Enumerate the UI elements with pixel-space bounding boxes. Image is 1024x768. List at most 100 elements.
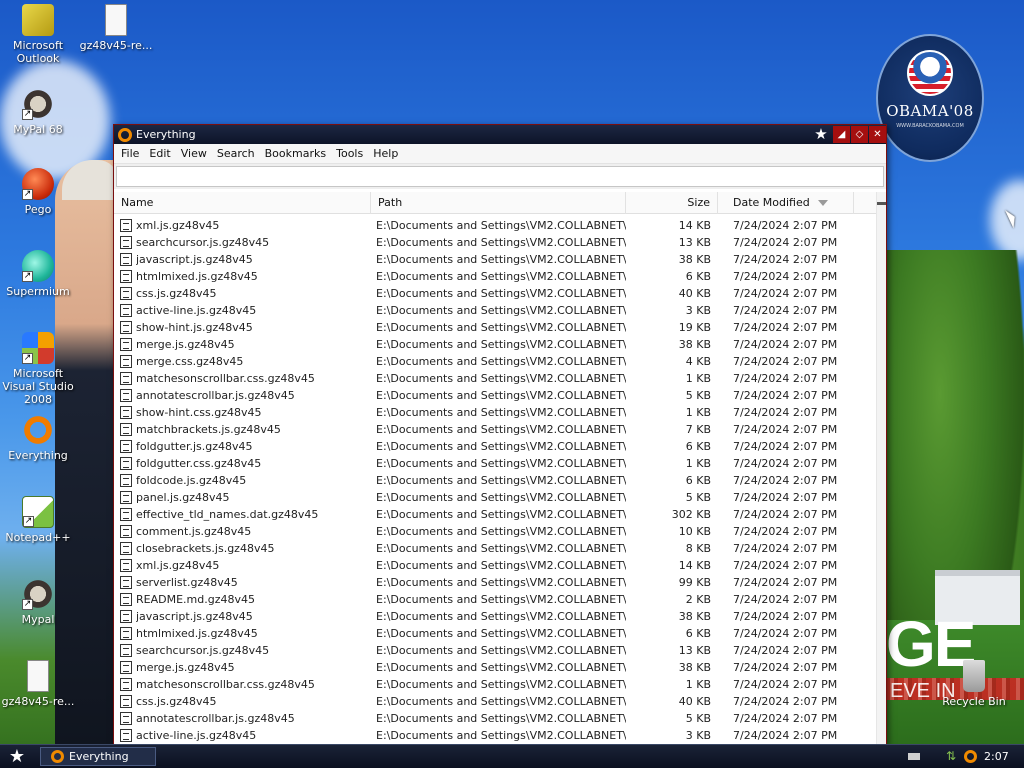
taskbar-button-everything[interactable]: Everything [40, 747, 156, 766]
date-modified-cell: 7/24/2024 2:07 PM [733, 627, 838, 640]
table-row[interactable]: htmlmixed.js.gz48v45 E:\Documents and Set… [114, 625, 876, 642]
vertical-scrollbar[interactable] [876, 192, 886, 744]
table-row[interactable]: show-hint.js.gz48v45 E:\Documents and Set… [114, 319, 876, 336]
table-row[interactable]: annotatescrollbar.js.gz48v45 E:\Documents… [114, 387, 876, 404]
table-row[interactable]: closebrackets.js.gz48v45 E:\Documents and… [114, 540, 876, 557]
file-size-cell: 8 KB [685, 542, 711, 555]
table-row[interactable]: htmlmixed.js.gz48v45 E:\Documents and Set… [114, 268, 876, 285]
desktop-icon-supermium[interactable]: ↗ Supermium [0, 250, 78, 298]
file-size-cell: 14 KB [678, 219, 711, 232]
file-icon [120, 559, 132, 572]
table-row[interactable]: annotatescrollbar.js.gz48v45 E:\Documents… [114, 710, 876, 727]
pego-icon: ↗ [22, 168, 54, 200]
desktop-icon-document-2[interactable]: gz48v45-re... [0, 660, 78, 708]
desktop-icon-everything[interactable]: Everything [0, 414, 78, 462]
table-row[interactable]: css.js.gz48v45 E:\Documents and Settings\… [114, 693, 876, 710]
table-row[interactable]: foldcode.js.gz48v45 E:\Documents and Sett… [114, 472, 876, 489]
column-header-date-modified[interactable]: Date Modified [718, 192, 854, 214]
desktop-icon-label: Recycle Bin [942, 695, 1006, 708]
table-row[interactable]: foldgutter.js.gz48v45 E:\Documents and Se… [114, 438, 876, 455]
menu-view[interactable]: View [176, 147, 212, 160]
window-titlebar[interactable]: Everything ★ ◢ ◇ ✕ [114, 125, 886, 144]
menu-edit[interactable]: Edit [144, 147, 175, 160]
network-icon[interactable]: ⇅ [946, 749, 959, 763]
desktop-icon-document[interactable]: gz48v45-re... [76, 4, 156, 52]
file-path-cell: E:\Documents and Settings\VM2.COLLABNET\… [376, 338, 626, 351]
file-size-cell: 38 KB [678, 661, 711, 674]
table-row[interactable]: javascript.js.gz48v45 E:\Documents and Se… [114, 608, 876, 625]
desktop-icon-pego[interactable]: ↗ Pego [0, 168, 78, 216]
everything-tray-icon[interactable] [964, 750, 977, 763]
table-row[interactable]: foldgutter.css.gz48v45 E:\Documents and S… [114, 455, 876, 472]
table-row[interactable]: show-hint.css.gz48v45 E:\Documents and Se… [114, 404, 876, 421]
keyboard-icon[interactable] [908, 753, 920, 760]
table-row[interactable]: serverlist.gz48v45 E:\Documents and Setti… [114, 574, 876, 591]
maximize-button[interactable]: ◇ [851, 126, 868, 143]
file-path-cell: E:\Documents and Settings\VM2.COLLABNET\… [376, 440, 626, 453]
minimize-button[interactable]: ◢ [833, 126, 850, 143]
window-buttons: ★ ◢ ◇ ✕ [809, 125, 886, 144]
desktop-icon-label: Microsoft Outlook [12, 39, 64, 65]
file-icon [120, 423, 132, 436]
file-name-cell: searchcursor.js.gz48v45 [136, 236, 270, 249]
menu-help[interactable]: Help [368, 147, 403, 160]
table-row[interactable]: merge.css.gz48v45 E:\Documents and Settin… [114, 353, 876, 370]
desktop-icon-mypal68[interactable]: ↗ MyPal 68 [0, 88, 78, 136]
column-header: Name Path Size Date Modified [114, 192, 876, 214]
table-row[interactable]: matchesonscrollbar.css.gz48v45 E:\Documen… [114, 676, 876, 693]
file-icon [120, 219, 132, 232]
table-row[interactable]: searchcursor.js.gz48v45 E:\Documents and … [114, 642, 876, 659]
file-icon [120, 253, 132, 266]
desktop-icon-notepadpp[interactable]: ↗ Notepad++ [0, 496, 78, 544]
column-header-size[interactable]: Size [626, 192, 718, 214]
file-size-cell: 13 KB [678, 236, 711, 249]
desktop-icon-visual-studio[interactable]: ↗ Microsoft Visual Studio 2008 [0, 332, 78, 406]
table-row[interactable]: searchcursor.js.gz48v45 E:\Documents and … [114, 234, 876, 251]
star-icon[interactable]: ★ [810, 126, 832, 143]
close-button[interactable]: ✕ [869, 126, 886, 143]
file-path-cell: E:\Documents and Settings\VM2.COLLABNET\… [376, 389, 626, 402]
table-row[interactable]: effective_tld_names.dat.gz48v45 E:\Docume… [114, 506, 876, 523]
file-path-cell: E:\Documents and Settings\VM2.COLLABNET\… [376, 321, 626, 334]
menu-file[interactable]: File [116, 147, 144, 160]
table-row[interactable]: matchbrackets.js.gz48v45 E:\Documents and… [114, 421, 876, 438]
desktop-icon-label: Mypal [21, 613, 55, 626]
file-size-cell: 99 KB [678, 576, 711, 589]
results-list: Name Path Size Date Modified xml.js.gz48… [114, 192, 886, 744]
date-modified-cell: 7/24/2024 2:07 PM [733, 576, 838, 589]
desktop-icon-label: Everything [8, 449, 68, 462]
table-row[interactable]: comment.js.gz48v45 E:\Documents and Setti… [114, 523, 876, 540]
column-header-name[interactable]: Name [114, 192, 371, 214]
table-row[interactable]: matchesonscrollbar.css.gz48v45 E:\Documen… [114, 370, 876, 387]
table-row[interactable]: javascript.js.gz48v45 E:\Documents and Se… [114, 251, 876, 268]
table-row[interactable]: panel.js.gz48v45 E:\Documents and Setting… [114, 489, 876, 506]
desktop-icon-mypal[interactable]: ↗ Mypal [0, 578, 78, 626]
desktop-icon-recycle-bin[interactable]: Recycle Bin [934, 660, 1014, 708]
table-row[interactable]: active-line.js.gz48v45 E:\Documents and S… [114, 302, 876, 319]
table-row[interactable]: active-line.js.gz48v45 E:\Documents and S… [114, 727, 876, 744]
menu-search[interactable]: Search [212, 147, 260, 160]
scrollbar-thumb[interactable] [877, 202, 886, 205]
start-button[interactable]: ★ [6, 747, 28, 767]
visual-studio-icon: ↗ [22, 332, 54, 364]
date-modified-cell: 7/24/2024 2:07 PM [733, 321, 838, 334]
file-name-cell: comment.js.gz48v45 [136, 525, 252, 538]
table-row[interactable]: xml.js.gz48v45 E:\Documents and Settings\… [114, 557, 876, 574]
column-header-path[interactable]: Path [371, 192, 626, 214]
table-row[interactable]: merge.js.gz48v45 E:\Documents and Setting… [114, 659, 876, 676]
clock[interactable]: 2:07 PM [984, 745, 1024, 768]
table-row[interactable]: README.md.gz48v45 E:\Documents and Settin… [114, 591, 876, 608]
table-row[interactable]: merge.js.gz48v45 E:\Documents and Setting… [114, 336, 876, 353]
menu-bookmarks[interactable]: Bookmarks [260, 147, 331, 160]
desktop-icon-outlook[interactable]: Microsoft Outlook [0, 4, 78, 65]
wallpaper-cloud [990, 180, 1024, 260]
file-path-cell: E:\Documents and Settings\VM2.COLLABNET\… [376, 593, 626, 606]
table-row[interactable]: xml.js.gz48v45 E:\Documents and Settings\… [114, 217, 876, 234]
file-size-cell: 6 KB [685, 627, 711, 640]
file-size-cell: 6 KB [685, 440, 711, 453]
file-path-cell: E:\Documents and Settings\VM2.COLLABNET\… [376, 423, 626, 436]
search-input[interactable] [116, 166, 884, 187]
file-icon [120, 695, 132, 708]
table-row[interactable]: css.js.gz48v45 E:\Documents and Settings\… [114, 285, 876, 302]
menu-tools[interactable]: Tools [331, 147, 368, 160]
